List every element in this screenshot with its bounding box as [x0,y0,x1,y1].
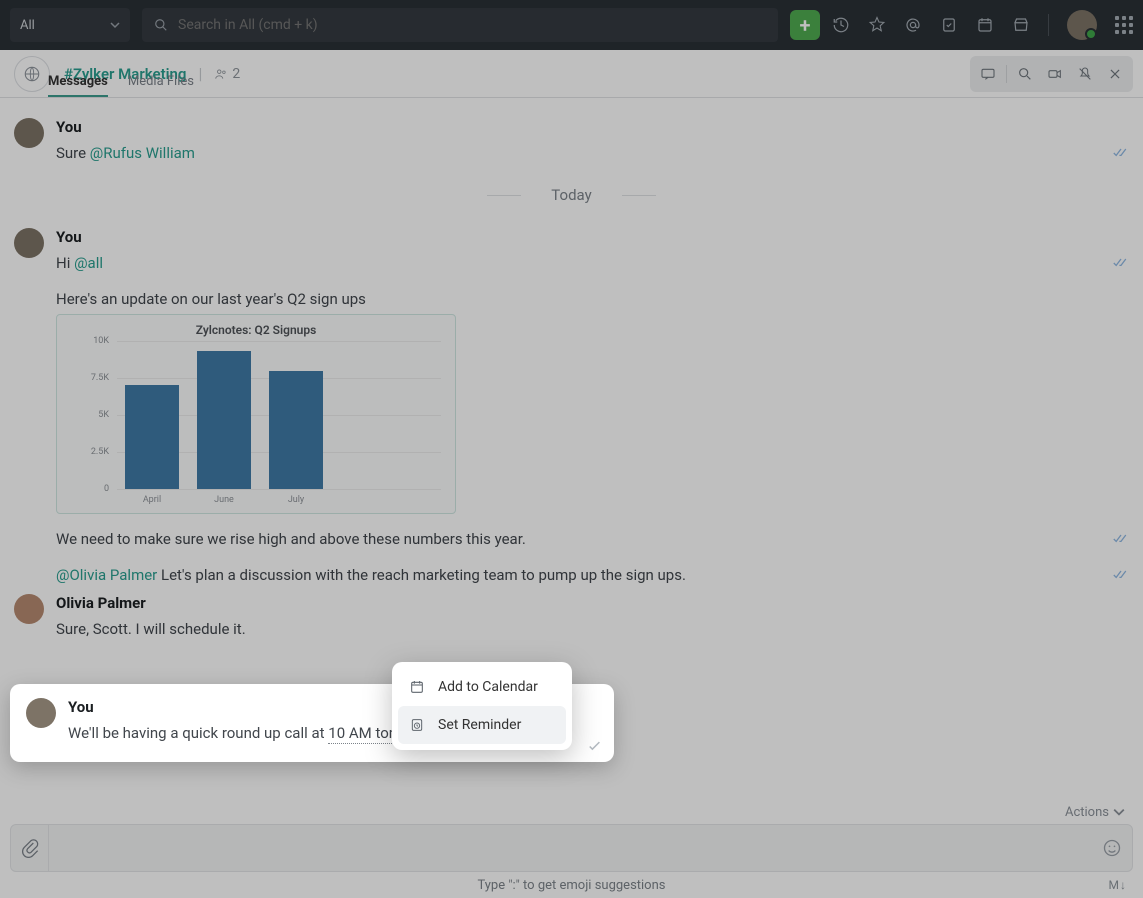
tab-messages[interactable]: Messages [48,68,108,97]
menu-add-to-calendar[interactable]: Add to Calendar [398,668,566,706]
people-icon [214,67,228,81]
user-mention[interactable]: @all [74,254,103,272]
actions-row: Actions [0,800,1143,824]
chat-panel-icon[interactable] [974,60,1002,88]
read-receipt-icon [1113,533,1129,545]
sender-name: You [56,228,1129,246]
apps-grid-icon[interactable] [1115,16,1133,34]
message-item[interactable]: You Hi @all Here's an update on our last… [14,228,1129,584]
top-icons [832,10,1133,40]
message-item[interactable]: Olivia Palmer Sure, Scott. I will schedu… [14,594,1129,638]
message-text: Hi @all [56,254,1129,272]
composer-hint-row: Type ":" to get emoji suggestions M↓ [0,872,1143,898]
actions-button[interactable]: Actions [1065,805,1109,820]
reminder-clock-icon [408,716,426,734]
day-separator: Today [14,186,1129,204]
chart-attachment[interactable]: Zylcnotes: Q2 Signups 02.5K5K7.5K10KApri… [56,314,456,514]
channel-type-icon[interactable] [14,56,50,92]
time-context-menu: Add to Calendar Set Reminder [392,662,572,750]
avatar [14,118,44,148]
search-input[interactable] [178,17,766,33]
video-call-icon[interactable] [1041,60,1069,88]
user-mention[interactable]: @Rufus William [90,144,195,162]
tab-media[interactable]: Media Files [128,68,194,97]
sender-name: You [56,118,1129,136]
calendar-icon[interactable] [976,16,994,34]
scope-selector[interactable]: All [10,8,130,42]
avatar [26,698,56,728]
top-bar: All + [0,0,1143,50]
calendar-icon [408,678,426,696]
attach-button[interactable] [11,825,49,871]
divider [1048,14,1049,36]
user-avatar[interactable] [1067,10,1097,40]
message-text: We need to make sure we rise high and ab… [56,530,1129,548]
menu-set-reminder[interactable]: Set Reminder [398,706,566,744]
message-text: Sure, Scott. I will schedule it. [56,620,1129,638]
sent-receipt-icon [588,741,602,752]
message-text: Here's an update on our last year's Q2 s… [56,290,1129,308]
message-composer[interactable] [10,824,1133,872]
search-icon [154,18,168,32]
close-icon[interactable] [1101,60,1129,88]
read-receipt-icon [1113,257,1129,269]
read-receipt-icon [1113,147,1129,159]
avatar [14,228,44,258]
mentions-icon[interactable] [904,16,922,34]
sender-name: Olivia Palmer [56,594,1129,612]
mute-icon[interactable] [1071,60,1099,88]
chevron-down-icon [1113,806,1125,818]
emoji-button[interactable] [1092,838,1132,858]
markdown-toggle[interactable]: M↓ [1109,878,1127,892]
scope-label: All [20,18,35,33]
channel-header: #Zylker Marketing | 2 Messages Media Fil… [0,50,1143,98]
avatar [14,594,44,624]
composer-hint: Type ":" to get emoji suggestions [477,878,665,893]
search-in-chat-icon[interactable] [1011,60,1039,88]
channel-action-bar [970,56,1133,92]
search-bar[interactable] [142,8,778,42]
read-receipt-icon [1113,569,1129,581]
tasks-icon[interactable] [940,16,958,34]
message-text: @Olivia Palmer Let's plan a discussion w… [56,566,1129,584]
member-count[interactable]: 2 [214,66,240,82]
chart-title: Zylcnotes: Q2 Signups [67,323,445,337]
recent-icon[interactable] [832,16,850,34]
add-button[interactable]: + [790,10,820,40]
user-mention[interactable]: @Olivia Palmer [56,566,157,584]
channel-tabs: Messages Media Files [48,68,194,97]
star-icon[interactable] [868,16,886,34]
message-text: Sure @Rufus William [56,144,1129,162]
composer-footer: Actions Type ":" to get emoji suggestion… [0,800,1143,898]
chevron-down-icon [110,20,120,30]
message-item[interactable]: You Sure @Rufus William [14,118,1129,162]
chart-plot: 02.5K5K7.5K10KAprilJuneJuly [117,341,441,489]
store-icon[interactable] [1012,16,1030,34]
